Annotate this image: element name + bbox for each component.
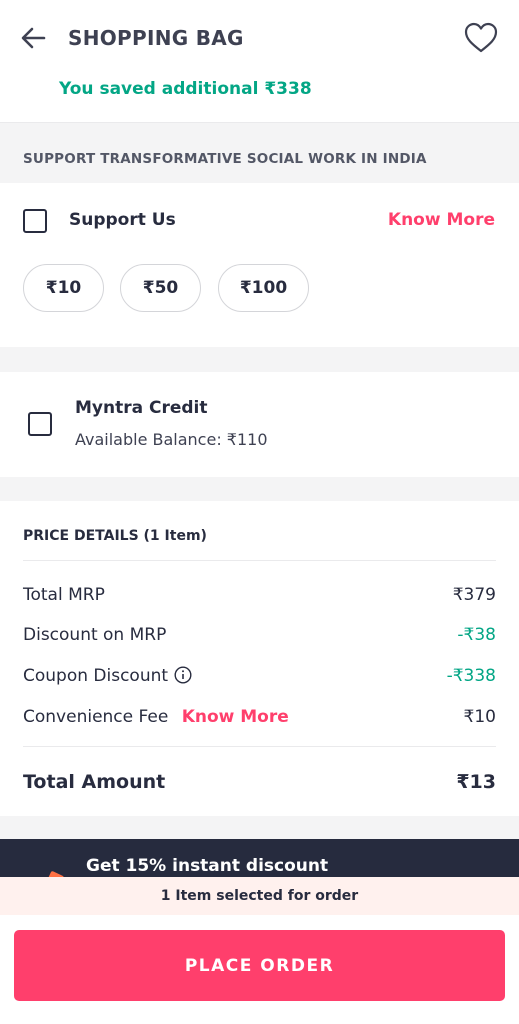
place-order-button[interactable]: PLACE ORDER xyxy=(14,930,505,1001)
items-selected-strip: 1 Item selected for order xyxy=(0,877,519,915)
divider xyxy=(23,560,496,561)
donation-amount-10[interactable]: ₹10 xyxy=(23,264,104,312)
checkout-footer: PLACE ORDER xyxy=(0,915,519,1024)
savings-banner: You saved additional ₹338 xyxy=(0,76,519,123)
info-icon[interactable] xyxy=(174,666,192,684)
convenience-fee-row: Convenience Fee Know More xyxy=(23,707,289,727)
support-us-card: Support Us Know More ₹10 ₹50 ₹100 xyxy=(0,183,519,347)
support-us-checkbox[interactable] xyxy=(23,209,47,233)
wishlist-heart-icon[interactable] xyxy=(464,22,498,54)
convenience-fee-value: ₹10 xyxy=(463,707,496,727)
divider xyxy=(23,746,496,747)
coupon-discount-row: Coupon Discount xyxy=(23,666,192,686)
back-arrow-icon[interactable] xyxy=(20,25,46,51)
myntra-credit-card: Myntra Credit Available Balance: ₹110 xyxy=(0,372,519,477)
donation-amount-100[interactable]: ₹100 xyxy=(218,264,309,312)
support-section-heading: SUPPORT TRANSFORMATIVE SOCIAL WORK IN IN… xyxy=(23,151,427,167)
discount-mrp-value: -₹38 xyxy=(457,625,496,645)
discount-mrp-label: Discount on MRP xyxy=(23,625,167,645)
support-us-label: Support Us xyxy=(69,210,176,230)
total-amount-label: Total Amount xyxy=(23,771,166,793)
total-mrp-value: ₹379 xyxy=(452,585,496,605)
available-balance: Available Balance: ₹110 xyxy=(75,430,268,449)
support-know-more-link[interactable]: Know More xyxy=(388,210,495,230)
top-app-bar: SHOPPING BAG xyxy=(0,0,519,76)
price-details-card: PRICE DETAILS (1 Item) Total MRP ₹379 Di… xyxy=(0,501,519,816)
coupon-discount-label: Coupon Discount xyxy=(23,666,169,686)
donation-amount-50[interactable]: ₹50 xyxy=(120,264,201,312)
myntra-credit-checkbox[interactable] xyxy=(28,412,52,436)
price-details-heading: PRICE DETAILS (1 Item) xyxy=(23,528,207,544)
page-title: SHOPPING BAG xyxy=(68,26,244,50)
offer-text: Get 15% instant discount xyxy=(86,856,329,876)
total-mrp-label: Total MRP xyxy=(23,585,105,605)
myntra-credit-title: Myntra Credit xyxy=(75,398,208,418)
items-selected-text: 1 Item selected for order xyxy=(160,888,359,904)
total-amount-value: ₹13 xyxy=(456,771,496,793)
convenience-fee-know-more-link[interactable]: Know More xyxy=(182,707,289,727)
convenience-fee-label: Convenience Fee xyxy=(23,707,169,727)
coupon-discount-value: -₹338 xyxy=(446,666,496,686)
savings-text: You saved additional ₹338 xyxy=(59,79,312,99)
